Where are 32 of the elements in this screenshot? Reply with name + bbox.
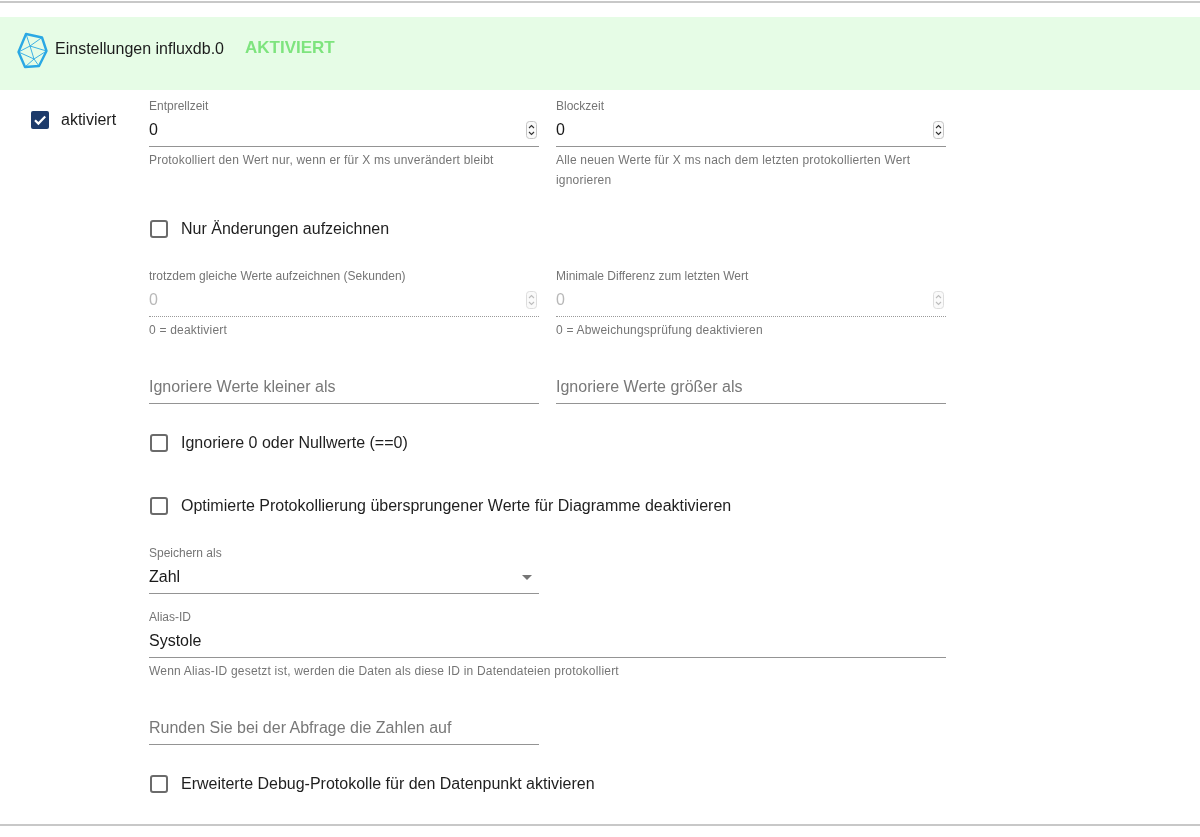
text-field[interactable]: Ignoriere Werte größer als xyxy=(556,371,946,404)
helper-text: Protokolliert den Wert nur, wenn er für X ms unverändert bleibt xyxy=(149,152,495,169)
field-label: Entprellzeit xyxy=(149,98,210,114)
field-label: trotzdem gleiche Werte aufzeichnen (Sekunden) xyxy=(149,268,407,284)
settings-title: Einstellungen influxdb.0 xyxy=(55,39,224,59)
text-field[interactable]: Systole xyxy=(149,625,946,658)
text-field[interactable]: Runden Sie bei der Abfrage die Zahlen auf xyxy=(149,712,539,745)
helper-text: Alle neuen Werte für X ms nach dem letzten protokollierten Wert ignorieren xyxy=(556,152,912,189)
spinner-icon[interactable] xyxy=(526,121,537,139)
field-label: Minimale Differenz zum letzten Wert xyxy=(556,268,750,284)
checkbox-label: Nur Änderungen aufzeichnen xyxy=(181,219,390,239)
field-label: Speichern als xyxy=(149,545,223,561)
field-label: Alias-ID xyxy=(149,609,192,625)
text-field[interactable]: Ignoriere Werte kleiner als xyxy=(149,371,539,404)
checkbox-label: Erweiterte Debug-Protokolle für den Datenpunkt aktivieren xyxy=(181,774,595,794)
checkbox[interactable] xyxy=(150,220,168,238)
checkbox[interactable] xyxy=(31,111,49,129)
helper-text: 0 = Abweichungsprüfung deaktivieren xyxy=(556,322,764,339)
spinner-icon[interactable] xyxy=(933,121,944,139)
select-field[interactable]: Zahl xyxy=(149,561,539,594)
checkbox[interactable] xyxy=(150,434,168,452)
checkbox[interactable] xyxy=(150,497,168,515)
polyhedron-logo-icon xyxy=(17,32,48,69)
field-label: Blockzeit xyxy=(556,98,606,114)
checkbox-label: aktiviert xyxy=(61,111,117,129)
status-label: AKTIVIERT xyxy=(245,38,335,58)
checkbox-label: Ignoriere 0 oder Nullwerte (==0) xyxy=(181,433,408,453)
caret-icon xyxy=(522,574,532,580)
checkbox[interactable] xyxy=(150,775,168,793)
checkbox-label: Optimierte Protokollierung übersprungener Werte für Diagramme deaktivieren xyxy=(181,496,732,516)
helper-text: 0 = deaktiviert xyxy=(149,322,229,339)
helper-text: Wenn Alias-ID gesetzt ist, werden die Daten als diese ID in Datendateien protokolliert xyxy=(149,663,620,680)
